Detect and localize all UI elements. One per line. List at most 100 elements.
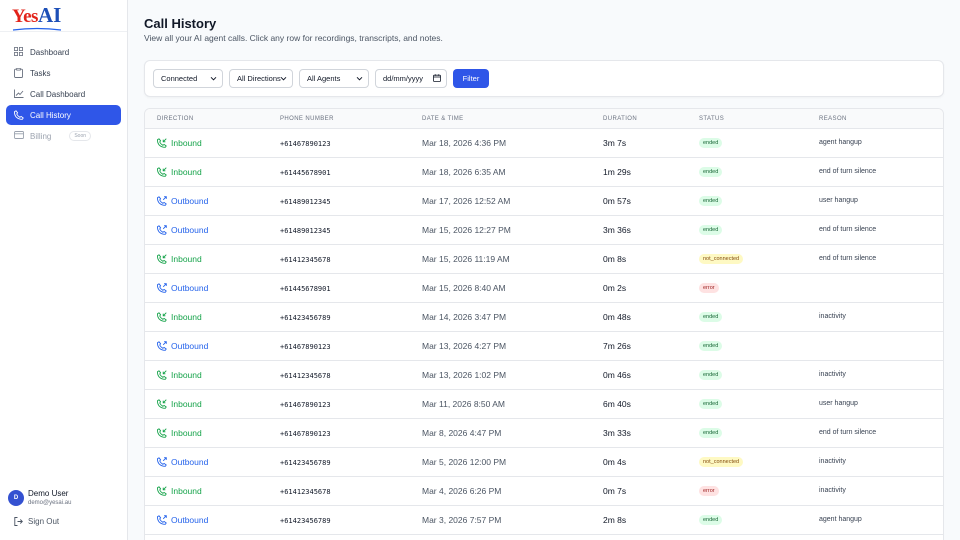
inbound-call-icon bbox=[157, 254, 167, 264]
call-datetime: Mar 8, 2026 4:47 PM bbox=[422, 428, 502, 438]
phone-number: +61423456789 bbox=[280, 517, 331, 525]
call-duration: 0m 46s bbox=[603, 370, 631, 380]
table-row[interactable]: Inbound +61412345678 Mar 13, 2026 1:02 PM 0… bbox=[145, 361, 943, 390]
call-datetime: Mar 11, 2026 8:50 AM bbox=[422, 399, 506, 409]
header-phone-number: PHONE NUMBER bbox=[280, 116, 334, 122]
table-row[interactable]: Inbound +61467890123 Mar 18, 2026 4:36 PM 3… bbox=[145, 129, 943, 158]
call-duration: 0m 4s bbox=[603, 457, 627, 467]
direction-cell: Inbound bbox=[157, 167, 202, 177]
table-row[interactable]: Inbound +61412345678 Mar 15, 2026 11:19 AM… bbox=[145, 245, 943, 274]
call-duration: 0m 8s bbox=[603, 254, 627, 264]
filter-button[interactable]: Filter bbox=[453, 69, 489, 88]
call-reason: agent hangup bbox=[819, 139, 862, 146]
call-datetime: Mar 14, 2026 3:47 PM bbox=[422, 312, 507, 322]
call-duration: 1m 29s bbox=[603, 167, 631, 177]
phone-number: +61412345678 bbox=[280, 488, 331, 496]
calendar-icon[interactable] bbox=[433, 74, 441, 82]
direction-cell: Outbound bbox=[157, 515, 208, 525]
direction-select-value: All Directions bbox=[237, 74, 281, 83]
sidebar-item-call-dashboard[interactable]: Call Dashboard bbox=[6, 84, 121, 104]
status-select[interactable]: Connected bbox=[153, 69, 223, 88]
call-reason: inactivity bbox=[819, 371, 846, 378]
logo-swoosh-icon bbox=[12, 27, 62, 31]
call-duration: 3m 33s bbox=[603, 428, 631, 438]
logo[interactable]: YesAI bbox=[0, 0, 127, 32]
table-row[interactable]: Outbound +61467890123 Mar 13, 2026 4:27 PM… bbox=[145, 332, 943, 361]
table-row[interactable]: Inbound +61412345678 Mar 4, 2026 6:26 PM 0m… bbox=[145, 477, 943, 506]
phone-number: +61423456789 bbox=[280, 314, 331, 322]
phone-number: +61445678901 bbox=[280, 285, 331, 293]
table-row[interactable]: Inbound +61467890123 Mar 11, 2026 8:50 AM 6… bbox=[145, 390, 943, 419]
phone-number: +61423456789 bbox=[280, 459, 331, 467]
direction-label: Outbound bbox=[171, 515, 209, 525]
direction-cell: Inbound bbox=[157, 138, 202, 148]
user-name: Demo User bbox=[28, 489, 69, 498]
call-duration: 7m 26s bbox=[603, 341, 631, 351]
direction-label: Outbound bbox=[171, 283, 209, 293]
sidebar-nav: Dashboard Tasks Call Dashboard Call Hist… bbox=[0, 32, 127, 146]
call-duration: 0m 48s bbox=[603, 312, 631, 322]
direction-select[interactable]: All Directions bbox=[229, 69, 293, 88]
user-email: demo@yesai.au bbox=[28, 500, 72, 506]
table-row[interactable]: Inbound +61445678901 Mar 18, 2026 6:35 AM 1… bbox=[145, 158, 943, 187]
direction-cell: Inbound bbox=[157, 486, 202, 496]
sidebar-item-label: Tasks bbox=[30, 68, 51, 78]
filter-bar: Connected All Directions All Agents dd/m… bbox=[144, 60, 944, 97]
table-row[interactable]: Outbound +61423456789 Mar 3, 2026 7:57 PM 2… bbox=[145, 506, 943, 535]
table-row[interactable]: Outbound +61489012345 Mar 17, 2026 12:52 A… bbox=[145, 187, 943, 216]
outbound-call-icon bbox=[157, 225, 167, 235]
status-badge: ended bbox=[699, 399, 723, 409]
sidebar-item-tasks[interactable]: Tasks bbox=[6, 63, 121, 83]
inbound-call-icon bbox=[157, 486, 167, 496]
status-badge: error bbox=[699, 486, 719, 496]
sidebar-item-label: Call History bbox=[30, 110, 71, 120]
direction-cell: Inbound bbox=[157, 370, 202, 380]
table-row[interactable]: Inbound +61423456789 Mar 14, 2026 3:47 PM 0… bbox=[145, 303, 943, 332]
sidebar-item-dashboard[interactable]: Dashboard bbox=[6, 42, 121, 62]
status-badge: error bbox=[699, 283, 719, 293]
outbound-call-icon bbox=[157, 196, 167, 206]
header-date-time: DATE & TIME bbox=[422, 116, 464, 122]
clipboard-icon bbox=[14, 68, 24, 78]
call-datetime: Mar 4, 2026 6:26 PM bbox=[422, 486, 502, 496]
call-duration: 2m 8s bbox=[603, 515, 627, 525]
call-reason: inactivity bbox=[819, 313, 846, 320]
status-badge: ended bbox=[699, 515, 723, 525]
direction-cell: Outbound bbox=[157, 341, 208, 351]
status-badge: ended bbox=[699, 138, 723, 148]
direction-label: Outbound bbox=[171, 225, 209, 235]
table-row[interactable]: Outbound +61423456789 Mar 5, 2026 12:00 PM… bbox=[145, 448, 943, 477]
agent-select[interactable]: All Agents bbox=[299, 69, 369, 88]
call-duration: 0m 7s bbox=[603, 486, 627, 496]
direction-label: Inbound bbox=[171, 486, 202, 496]
phone-number: +61489012345 bbox=[280, 227, 331, 235]
chevron-down-icon bbox=[356, 76, 363, 81]
direction-label: Inbound bbox=[171, 167, 202, 177]
call-reason: inactivity bbox=[819, 487, 846, 494]
sign-out-button[interactable]: Sign Out bbox=[14, 517, 59, 526]
call-datetime: Mar 3, 2026 7:57 PM bbox=[422, 515, 502, 525]
user-profile[interactable]: D Demo User demo@yesai.au bbox=[8, 489, 71, 507]
direction-cell: Inbound bbox=[157, 312, 202, 322]
date-input[interactable]: dd/mm/yyyy bbox=[375, 69, 447, 88]
phone-icon bbox=[14, 110, 24, 120]
call-datetime: Mar 13, 2026 1:02 PM bbox=[422, 370, 507, 380]
card-icon bbox=[14, 131, 24, 141]
table-row[interactable]: Outbound +61445678901 Mar 15, 2026 8:40 AM… bbox=[145, 274, 943, 303]
sidebar-item-billing[interactable]: Billing Soon bbox=[6, 126, 121, 146]
status-badge: ended bbox=[699, 428, 723, 438]
direction-cell: Outbound bbox=[157, 225, 208, 235]
direction-cell: Inbound bbox=[157, 399, 202, 409]
status-badge: ended bbox=[699, 167, 723, 177]
call-duration: 3m 36s bbox=[603, 225, 631, 235]
soon-badge: Soon bbox=[69, 131, 92, 141]
logo-text-ai: AI bbox=[37, 2, 62, 27]
call-datetime: Mar 18, 2026 4:36 PM bbox=[422, 138, 507, 148]
table-row[interactable]: Inbound +61467890123 Mar 8, 2026 4:47 PM 3m… bbox=[145, 419, 943, 448]
sidebar-item-call-history[interactable]: Call History bbox=[6, 105, 121, 125]
phone-number: +61489012345 bbox=[280, 198, 331, 206]
chevron-down-icon bbox=[280, 76, 287, 81]
call-reason: agent hangup bbox=[819, 516, 862, 523]
table-row[interactable]: Outbound +61489012345 Mar 15, 2026 12:27 P… bbox=[145, 216, 943, 245]
call-datetime: Mar 13, 2026 4:27 PM bbox=[422, 341, 507, 351]
